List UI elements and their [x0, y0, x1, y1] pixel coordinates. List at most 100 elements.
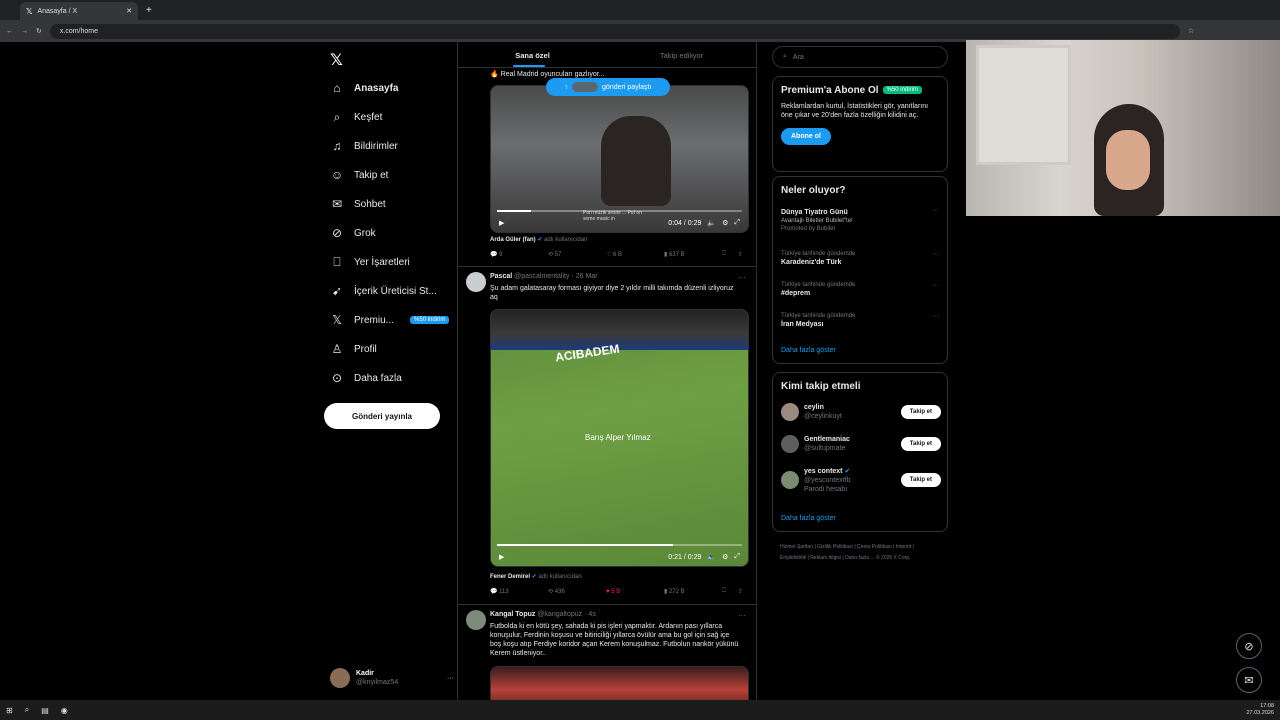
repost-button[interactable]: ⟲ 436 [548, 588, 606, 595]
avatar [781, 403, 799, 421]
nav-explore[interactable]: ⌕ Keşfet [330, 108, 383, 126]
follow-suggestion[interactable]: Gentlemaniac @sultupmate Takip et [781, 435, 941, 453]
follow-suggestion[interactable]: yes context ✔ @yescontextfb Parodi hesab… [781, 467, 941, 493]
windows-start-icon[interactable]: ⊞ [6, 706, 13, 715]
taskbar-clock[interactable]: 17:08 27.03.2026 [1246, 703, 1274, 717]
views-button[interactable]: ▮ 272 B [664, 588, 722, 595]
trend-item[interactable]: Türkiye tarihinde gündemde #deprem ··· [781, 282, 939, 297]
home-icon: ⌂ [333, 81, 341, 95]
tab-for-you[interactable]: Sana özel [458, 42, 607, 67]
account-switcher[interactable]: Kadir @knyilmaz54 ··· [330, 668, 454, 688]
nav-messages[interactable]: ✉ Sohbet [330, 195, 386, 213]
share-icon[interactable]: ⇪ [738, 251, 748, 258]
new-tab-icon[interactable]: + [146, 5, 152, 16]
browser-icon[interactable]: ◉ [61, 706, 68, 715]
video-progress-fill [497, 210, 532, 212]
taskbar-search-icon[interactable]: ⌕ [25, 705, 29, 715]
play-icon[interactable]: ▶ [499, 219, 504, 227]
nav-grok[interactable]: ⊘ Grok [330, 224, 376, 242]
views-button[interactable]: ▮ 637 B [664, 251, 722, 258]
nav-premium[interactable]: 𝕏 Premiu... %50 indirim [330, 311, 450, 329]
follow-suggestion[interactable]: ceylin @ceylinkuyt Takip et [781, 403, 941, 421]
tweet-avatar[interactable] [466, 610, 486, 630]
messages-float-icon[interactable]: ✉ [1236, 667, 1262, 693]
like-button[interactable]: ♡ 6 B [606, 251, 664, 258]
os-taskbar: ⊞ ⌕ ▤ ◉ 17:08 27.03.2026 [0, 700, 1280, 720]
file-explorer-icon[interactable]: ▤ [41, 706, 49, 715]
account-handle: @knyilmaz54 [356, 679, 399, 686]
like-button[interactable]: ♥ 5 B [606, 589, 664, 595]
reply-button[interactable]: 💬 9 [490, 251, 548, 258]
video-progress-bar[interactable] [497, 210, 742, 212]
video-progress-fill [497, 544, 674, 546]
video-thumbnail [601, 116, 671, 206]
tab-close-icon[interactable]: ✕ [126, 7, 132, 15]
url-field[interactable]: x.com/home [49, 23, 1180, 39]
video-progress-bar[interactable] [497, 544, 742, 546]
x-home-logo-icon[interactable]: 𝕏 [330, 50, 343, 70]
post-button[interactable]: Gönderi yayınla [324, 403, 440, 429]
fullscreen-icon[interactable]: ⤢ [734, 219, 740, 227]
volume-icon[interactable]: 🔈 [707, 553, 716, 561]
tweet-avatar[interactable] [466, 272, 486, 292]
follow-button[interactable]: Takip et [900, 473, 941, 487]
verified-icon: ✔ [537, 237, 543, 243]
x-icon: 𝕏 [332, 313, 342, 327]
tab-following[interactable]: Takip ediliyor [607, 42, 756, 67]
nav-creator-studio[interactable]: ➹ İçerik Üreticisi St... [330, 282, 437, 300]
new-posts-pill[interactable]: ↑ gönderi paylaştı [546, 78, 670, 96]
bookmark-icon[interactable]: ⎕ [722, 588, 738, 595]
nav-follow[interactable]: ☺ Takip et [330, 166, 389, 184]
mail-icon: ✉ [331, 197, 343, 211]
tweet-video[interactable]: ACIBADEM Barış Alper Yılmaz ▶ 0:21 / 0:2… [490, 309, 749, 567]
settings-icon[interactable]: ⚙ [722, 553, 728, 561]
left-sidebar: 𝕏 ⌂ Anasayfa ⌕ Keşfet ♫ Bildirimler ☺ Ta… [322, 42, 458, 700]
follow-button[interactable]: Takip et [900, 405, 941, 419]
follow-button[interactable]: Takip et [900, 437, 941, 451]
trend-item[interactable]: Dünya Tiyatro Günü Avantajlı Biletler Bu… [781, 207, 939, 232]
nav-bookmarks[interactable]: ⎕ Yer İşaretleri [330, 253, 409, 271]
nav-profile[interactable]: ♙ Profil [330, 340, 377, 358]
reload-icon[interactable]: ↻ [36, 27, 42, 35]
nav-home[interactable]: ⌂ Anasayfa [330, 79, 398, 97]
trend-item[interactable]: Türkiye tarihinde gündemde İran Medyası … [781, 313, 939, 328]
browser-tab[interactable]: 𝕏 Anasayfa / X ✕ [20, 2, 138, 20]
trends-show-more[interactable]: Daha fazla göster [781, 347, 836, 354]
tweet-video[interactable]: Pon müzik sesini ... Put on some music i… [490, 85, 749, 233]
fullscreen-icon[interactable]: ⤢ [734, 553, 740, 561]
nav-notifications[interactable]: ♫ Bildirimler [330, 137, 398, 155]
footer-links[interactable]: Hizmet Şartları | Gizlilik Politikası | … [780, 542, 940, 564]
tweet-video[interactable] [490, 666, 749, 700]
back-icon[interactable]: ← [6, 28, 13, 35]
subscribe-button[interactable]: Abone ol [781, 128, 831, 145]
reply-button[interactable]: 💬 113 [490, 588, 548, 595]
nav-more[interactable]: ⊙ Daha fazla [330, 369, 402, 387]
trend-item[interactable]: Türkiye tarihinde gündemde Karadeniz'de … [781, 251, 939, 266]
premium-title: Premium'a Abone Ol %50 indirim [781, 85, 939, 96]
fire-emoji-icon: 🔥 [490, 71, 499, 78]
forward-icon[interactable]: → [21, 28, 28, 35]
right-sidebar: ⌕ Ara Premium'a Abone Ol %50 indirim Rekl… [772, 42, 948, 700]
trend-more-icon[interactable]: ··· [932, 251, 939, 258]
search-icon: ⌕ [783, 53, 787, 60]
grok-float-icon[interactable]: ⊘ [1236, 633, 1262, 659]
more-dots-icon[interactable]: ··· [447, 675, 454, 682]
star-icon[interactable]: ☆ [1188, 27, 1194, 35]
share-icon[interactable]: ⇪ [738, 588, 748, 595]
divider [458, 604, 756, 605]
browser-tab-bar: 𝕏 Anasayfa / X ✕ + [0, 0, 1280, 20]
settings-icon[interactable]: ⚙ [722, 219, 728, 227]
person-add-icon: ☺ [330, 168, 344, 182]
tweet-more-icon[interactable]: ··· [738, 273, 746, 282]
tweet-more-icon[interactable]: ··· [738, 611, 746, 620]
webcam-person-face [1106, 130, 1150, 190]
volume-icon[interactable]: 🔈 [707, 219, 716, 227]
bookmark-icon[interactable]: ⎕ [722, 251, 738, 258]
trend-more-icon[interactable]: ··· [932, 207, 939, 214]
who-to-follow-show-more[interactable]: Daha fazla göster [781, 515, 836, 522]
trend-more-icon[interactable]: ··· [932, 282, 939, 289]
play-icon[interactable]: ▶ [499, 553, 504, 561]
trend-more-icon[interactable]: ··· [932, 313, 939, 320]
search-input[interactable]: ⌕ Ara [772, 46, 948, 68]
repost-button[interactable]: ⟲ 57 [548, 251, 606, 258]
